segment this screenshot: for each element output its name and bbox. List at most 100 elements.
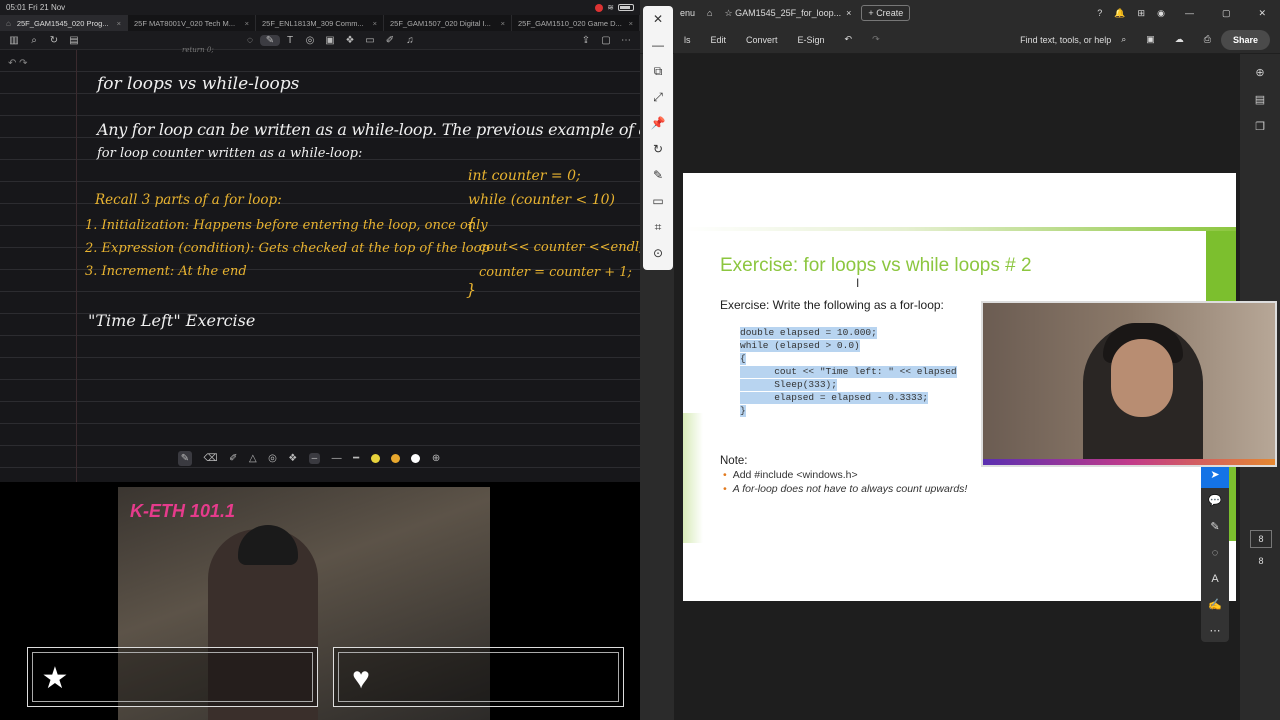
bookmark-icon[interactable]: ▤ <box>1240 87 1280 114</box>
sidebar-icon[interactable]: ▥ <box>4 35 24 46</box>
notes-tab-label: 25F_GAM1545_020 Prog... <box>16 18 109 28</box>
notes-tab[interactable]: 25F_ENL1813M_309 Comm... × <box>256 15 384 31</box>
star-icon[interactable]: ☆ <box>724 8 732 19</box>
save-icon[interactable]: ▣ <box>1136 34 1165 45</box>
color-swatch[interactable] <box>411 453 421 463</box>
thick-stroke-icon[interactable]: ━ <box>353 453 359 464</box>
maximize-icon[interactable]: ▢ <box>1208 8 1245 19</box>
close-icon[interactable]: × <box>846 8 851 18</box>
help-icon[interactable]: ? <box>1091 8 1108 18</box>
pen-toolbar: ✎ ⌫ ✐ △ ◎ ❖ – — ━ ⊕ <box>172 448 446 468</box>
battery-icon <box>618 4 634 11</box>
undo-icon[interactable]: ↶ <box>835 34 863 45</box>
menu-item-esign[interactable]: E-Sign <box>788 35 835 45</box>
home-icon[interactable]: ⌂ <box>701 8 718 18</box>
pin-icon[interactable]: 📌 <box>643 110 673 136</box>
bell-icon[interactable]: 🔔 <box>1108 8 1131 19</box>
notes-tab[interactable]: ⌂ 25F_GAM1545_020 Prog... × <box>0 15 128 31</box>
eraser-icon[interactable]: ⌫ <box>204 453 218 464</box>
lasso-icon[interactable]: ◎ <box>268 453 277 464</box>
bookmark-icon[interactable]: ▤ <box>64 35 84 46</box>
page-number-input[interactable]: 8 <box>1250 530 1272 548</box>
sticker-icon[interactable]: ❖ <box>340 35 360 46</box>
search-icon[interactable]: ⌕ <box>24 35 44 46</box>
status-time: 05:01 <box>6 3 27 12</box>
more-tools-icon[interactable]: ⋯ <box>1201 618 1229 644</box>
text-box-icon[interactable]: T <box>280 35 300 46</box>
menu-item[interactable]: ls <box>674 35 701 45</box>
doc-tab[interactable]: ☆ GAM1545_25F_for_loop... × <box>718 8 857 19</box>
lasso-icon[interactable]: ◌ <box>240 35 260 46</box>
avatar[interactable]: ◉ <box>1151 8 1171 19</box>
audio-icon[interactable]: ♫ <box>400 35 420 46</box>
more-icon[interactable]: ⋯ <box>616 35 636 46</box>
notes-tab[interactable]: 25F MAT8001V_020 Tech M... × <box>128 15 256 31</box>
minimize-icon[interactable]: — <box>643 32 673 58</box>
slide-title: Exercise: for loops vs while loops # 2 <box>720 255 1032 276</box>
shape-tool-icon[interactable]: △ <box>249 453 257 464</box>
close-icon[interactable]: × <box>497 19 505 28</box>
menu-item-convert[interactable]: Convert <box>736 35 788 45</box>
text-tool-icon[interactable]: A <box>1201 566 1229 592</box>
thin-stroke-icon[interactable]: – <box>308 452 321 464</box>
color-swatch[interactable] <box>370 453 380 463</box>
share-icon[interactable]: ⇪ <box>576 35 596 46</box>
note-item: 2. Expression (condition): Gets checked … <box>85 241 490 256</box>
close-icon[interactable]: × <box>113 19 121 28</box>
image-icon[interactable]: ▣ <box>320 35 340 46</box>
menu-item-edit[interactable]: Edit <box>701 35 737 45</box>
shapes-icon[interactable]: ◎ <box>300 35 320 46</box>
close-icon[interactable]: ✕ <box>643 6 673 32</box>
sticker-tool-icon[interactable]: ❖ <box>288 453 297 464</box>
refresh-icon[interactable]: ↻ <box>643 136 673 162</box>
highlighter-icon[interactable]: ✐ <box>229 453 237 464</box>
pen-tool-icon[interactable]: ✎ <box>177 450 193 466</box>
record-icon[interactable]: ⊙ <box>643 240 673 266</box>
notes-tab-label: 25F_GAM1507_020 Digital I... <box>390 18 491 28</box>
menu-label[interactable]: enu <box>674 8 701 18</box>
notes-tab[interactable]: 25F_GAM1507_020 Digital I... × <box>384 15 512 31</box>
create-button[interactable]: + Create <box>861 5 911 21</box>
notes-tab[interactable]: 25F_GAM1510_020 Game D... × <box>512 15 640 31</box>
pen-tool-icon[interactable]: ✎ <box>1201 514 1229 540</box>
margin-line <box>76 50 77 482</box>
code-line: while (elapsed > 0.0) <box>740 340 860 352</box>
pen-mode-icon[interactable]: ✎ <box>260 34 280 46</box>
color-swatch[interactable] <box>391 453 401 463</box>
undo-icon[interactable]: ↶ ↷ <box>8 58 28 69</box>
home-icon[interactable]: ⌂ <box>6 19 11 28</box>
close-window-icon[interactable]: ✕ <box>1244 8 1280 19</box>
comment-icon[interactable]: ▭ <box>360 35 380 46</box>
eraser-icon[interactable]: ▭ <box>643 188 673 214</box>
slide-header-bar <box>683 227 1236 231</box>
ios-status-bar: 05:01 Fri 21 Nov ≋ <box>0 0 640 15</box>
apps-icon[interactable]: ⊞ <box>1132 8 1152 19</box>
pencil-icon[interactable]: ✎ <box>643 162 673 188</box>
expand-icon[interactable]: ⤢ <box>643 84 673 110</box>
notes-tab-label: 25F_ENL1813M_309 Comm... <box>262 18 364 28</box>
close-icon[interactable]: × <box>369 19 377 28</box>
search-icon[interactable]: ⌕ <box>1111 34 1136 45</box>
redo-icon[interactable]: ↷ <box>862 34 890 45</box>
close-icon[interactable]: × <box>625 19 633 28</box>
highlighter-icon[interactable]: ✐ <box>380 35 400 46</box>
star-icon: ★ <box>41 662 69 695</box>
close-icon[interactable]: × <box>241 19 249 28</box>
rotate-icon[interactable]: ↻ <box>44 35 64 46</box>
add-color-icon[interactable]: ⊕ <box>432 453 440 464</box>
add-page-icon[interactable]: ▢ <box>596 35 616 46</box>
sign-tool-icon[interactable]: ✍ <box>1201 592 1229 618</box>
comment-tool-icon[interactable]: 💬 <box>1201 488 1229 514</box>
upload-icon[interactable]: ☁ <box>1165 34 1194 45</box>
lasso-tool-icon[interactable]: ◌ <box>1201 540 1229 566</box>
screen-icon[interactable]: ⧉ <box>643 58 673 84</box>
notes-page[interactable]: ↶ ↷ return 0; for loops vs while-loops A… <box>0 46 640 482</box>
copy-icon[interactable]: ❐ <box>1240 114 1280 141</box>
share-button[interactable]: Share <box>1220 29 1270 50</box>
zoom-icon[interactable]: ⊕ <box>1240 60 1280 87</box>
print-icon[interactable]: ⎙ <box>1194 34 1221 45</box>
find-text[interactable]: Find text, tools, or help <box>1020 35 1111 45</box>
medium-stroke-icon[interactable]: — <box>332 453 342 464</box>
crop-icon[interactable]: ⌗ <box>643 214 673 240</box>
minimize-icon[interactable]: — <box>1171 8 1208 18</box>
